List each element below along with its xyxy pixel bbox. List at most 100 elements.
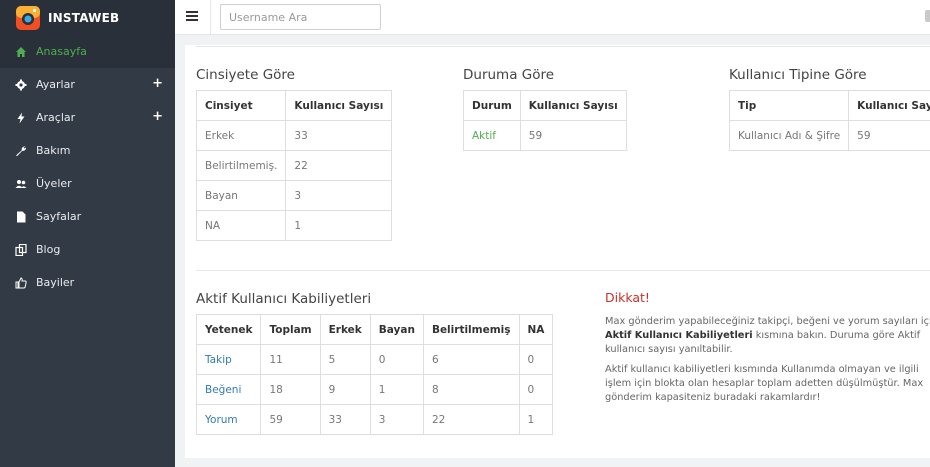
- home-icon: [14, 45, 28, 59]
- status-section-title: Duruma Göre: [463, 67, 555, 83]
- table-header: Belirtilmemiş: [422, 314, 520, 345]
- ability-link[interactable]: Yorum: [195, 404, 262, 435]
- gender-section-title: Cinsiyete Göre: [196, 67, 295, 83]
- sidebar-item-araclar[interactable]: Araçlar +: [0, 101, 175, 134]
- ability-link[interactable]: Takip: [195, 344, 262, 375]
- brand[interactable]: INSTAWEB: [0, 0, 175, 35]
- table-cell: 0: [369, 344, 424, 375]
- sidebar-item-label: Ayarlar: [36, 78, 75, 91]
- sidebar-item-bayiler[interactable]: Bayiler: [0, 266, 175, 299]
- usertype-table: Tip Kullanıcı Sayısı Kullanıcı Adı & Şif…: [728, 90, 930, 151]
- table-cell: Belirtilmemiş.: [195, 150, 287, 181]
- sidebar-item-sayfalar[interactable]: Sayfalar: [0, 200, 175, 233]
- username-search-input[interactable]: [220, 4, 381, 30]
- abilities-section-title: Aktif Kullanıcı Kabiliyetleri: [196, 291, 372, 307]
- sidebar-item-blog[interactable]: Blog: [0, 233, 175, 266]
- warning-bold-text: Aktif Kullanıcı Kabiliyetleri: [605, 330, 753, 341]
- table-header: Kullanıcı Sayısı: [848, 90, 930, 121]
- ability-link[interactable]: Beğeni: [195, 374, 262, 405]
- sidebar-item-ayarlar[interactable]: Ayarlar +: [0, 68, 175, 101]
- table-row: Yorum 59 33 3 22 1: [195, 404, 554, 435]
- table-row: Takip 11 5 0 6 0: [195, 344, 554, 375]
- abilities-table: Yetenek Toplam Erkek Bayan Belirtilmemiş…: [195, 314, 554, 435]
- sidebar-item-label: Sayfalar: [36, 210, 82, 223]
- table-cell: 22: [285, 150, 393, 181]
- sidebar-item-label: Araçlar: [36, 111, 76, 124]
- table-cell: 3: [285, 180, 393, 211]
- table-cell: 8: [422, 374, 520, 405]
- table-cell: 33: [319, 404, 371, 435]
- table-row: Erkek 33: [195, 120, 393, 151]
- gender-table: Cinsiyet Kullanıcı Sayısı Erkek 33 Belirt…: [195, 90, 393, 241]
- table-cell: 59: [848, 120, 930, 151]
- status-table: Durum Kullanıcı Sayısı Aktif 59: [463, 90, 627, 151]
- table-header: Durum: [463, 90, 521, 121]
- table-cell: Bayan: [195, 180, 287, 211]
- table-cell: 9: [319, 374, 371, 405]
- sidebar: INSTAWEB Anasayfa Ayarlar + Araçlar + Ba…: [0, 0, 175, 467]
- gear-icon: [14, 78, 28, 92]
- table-cell: 1: [518, 404, 554, 435]
- sidebar-item-label: Bakım: [36, 144, 71, 157]
- table-header-row: Yetenek Toplam Erkek Bayan Belirtilmemiş…: [195, 314, 554, 345]
- bolt-icon: [14, 111, 28, 125]
- hamburger-menu-icon[interactable]: [186, 11, 198, 21]
- table-cell: 0: [518, 374, 554, 405]
- table-cell: 1: [285, 210, 393, 241]
- sidebar-item-bakim[interactable]: Bakım: [0, 134, 175, 167]
- wrench-icon: [14, 144, 28, 158]
- sidebar-item-label: Üyeler: [36, 177, 72, 190]
- expand-plus-icon[interactable]: +: [152, 76, 163, 91]
- divider: [196, 270, 930, 271]
- table-cell: 18: [260, 374, 321, 405]
- copy-icon: [14, 243, 28, 257]
- table-cell: NA: [195, 210, 287, 241]
- brand-name: INSTAWEB: [48, 10, 120, 25]
- table-row: Beğeni 18 9 1 8 0: [195, 374, 554, 405]
- status-link[interactable]: Aktif: [463, 120, 521, 151]
- sidebar-item-uyeler[interactable]: Üyeler: [0, 167, 175, 200]
- table-cell: 0: [518, 344, 554, 375]
- warning-paragraph: Max gönderim yapabileceğiniz takipçi, be…: [605, 315, 930, 357]
- table-cell: 33: [285, 120, 393, 151]
- topbar-divider: [210, 0, 211, 35]
- warning-text: Max gönderim yapabileceğiniz takipçi, be…: [605, 315, 930, 411]
- table-cell: 59: [519, 120, 627, 151]
- warning-paragraph: Aktif kullanıcı kabiliyetleri kısmında K…: [605, 364, 924, 403]
- table-cell: 59: [260, 404, 321, 435]
- sidebar-item-label: Blog: [36, 243, 61, 256]
- file-icon: [14, 210, 28, 224]
- table-cell: 22: [422, 404, 520, 435]
- table-header: Tip: [728, 90, 850, 121]
- table-header: Toplam: [260, 314, 321, 345]
- user-menu-icon[interactable]: [925, 10, 930, 22]
- divider: [196, 46, 930, 47]
- thumbs-up-icon: [14, 276, 28, 290]
- usertype-section-title: Kullanıcı Tipine Göre: [729, 67, 867, 83]
- instaweb-logo-icon: [14, 4, 42, 32]
- sidebar-item-label: Bayiler: [36, 276, 75, 289]
- table-row: NA 1: [195, 210, 393, 241]
- warning-title: Dikkat!: [605, 290, 650, 305]
- table-cell: 1: [369, 374, 424, 405]
- table-cell: 6: [422, 344, 520, 375]
- sidebar-nav: Anasayfa Ayarlar + Araçlar + Bakım Üyele…: [0, 35, 175, 299]
- table-cell: 5: [319, 344, 371, 375]
- main-content: Cinsiyete Göre Cinsiyet Kullanıcı Sayısı…: [175, 35, 930, 467]
- table-header: Yetenek: [195, 314, 262, 345]
- table-row: Kullanıcı Adı & Şifre 59: [728, 120, 930, 151]
- expand-plus-icon[interactable]: +: [152, 109, 163, 124]
- sidebar-item-anasayfa[interactable]: Anasayfa: [0, 35, 175, 68]
- table-header-row: Tip Kullanıcı Sayısı: [728, 90, 930, 121]
- table-header: Kullanıcı Sayısı: [285, 90, 393, 121]
- warning-text-part: Max gönderim yapabileceğiniz takipçi, be…: [605, 316, 930, 327]
- table-header: NA: [518, 314, 554, 345]
- topbar: [175, 0, 930, 35]
- sidebar-item-label: Anasayfa: [36, 45, 87, 58]
- table-header: Cinsiyet: [195, 90, 287, 121]
- users-icon: [14, 177, 28, 191]
- table-cell: Kullanıcı Adı & Şifre: [728, 120, 850, 151]
- table-header: Bayan: [369, 314, 424, 345]
- table-header-row: Cinsiyet Kullanıcı Sayısı: [195, 90, 393, 121]
- table-cell: Erkek: [195, 120, 287, 151]
